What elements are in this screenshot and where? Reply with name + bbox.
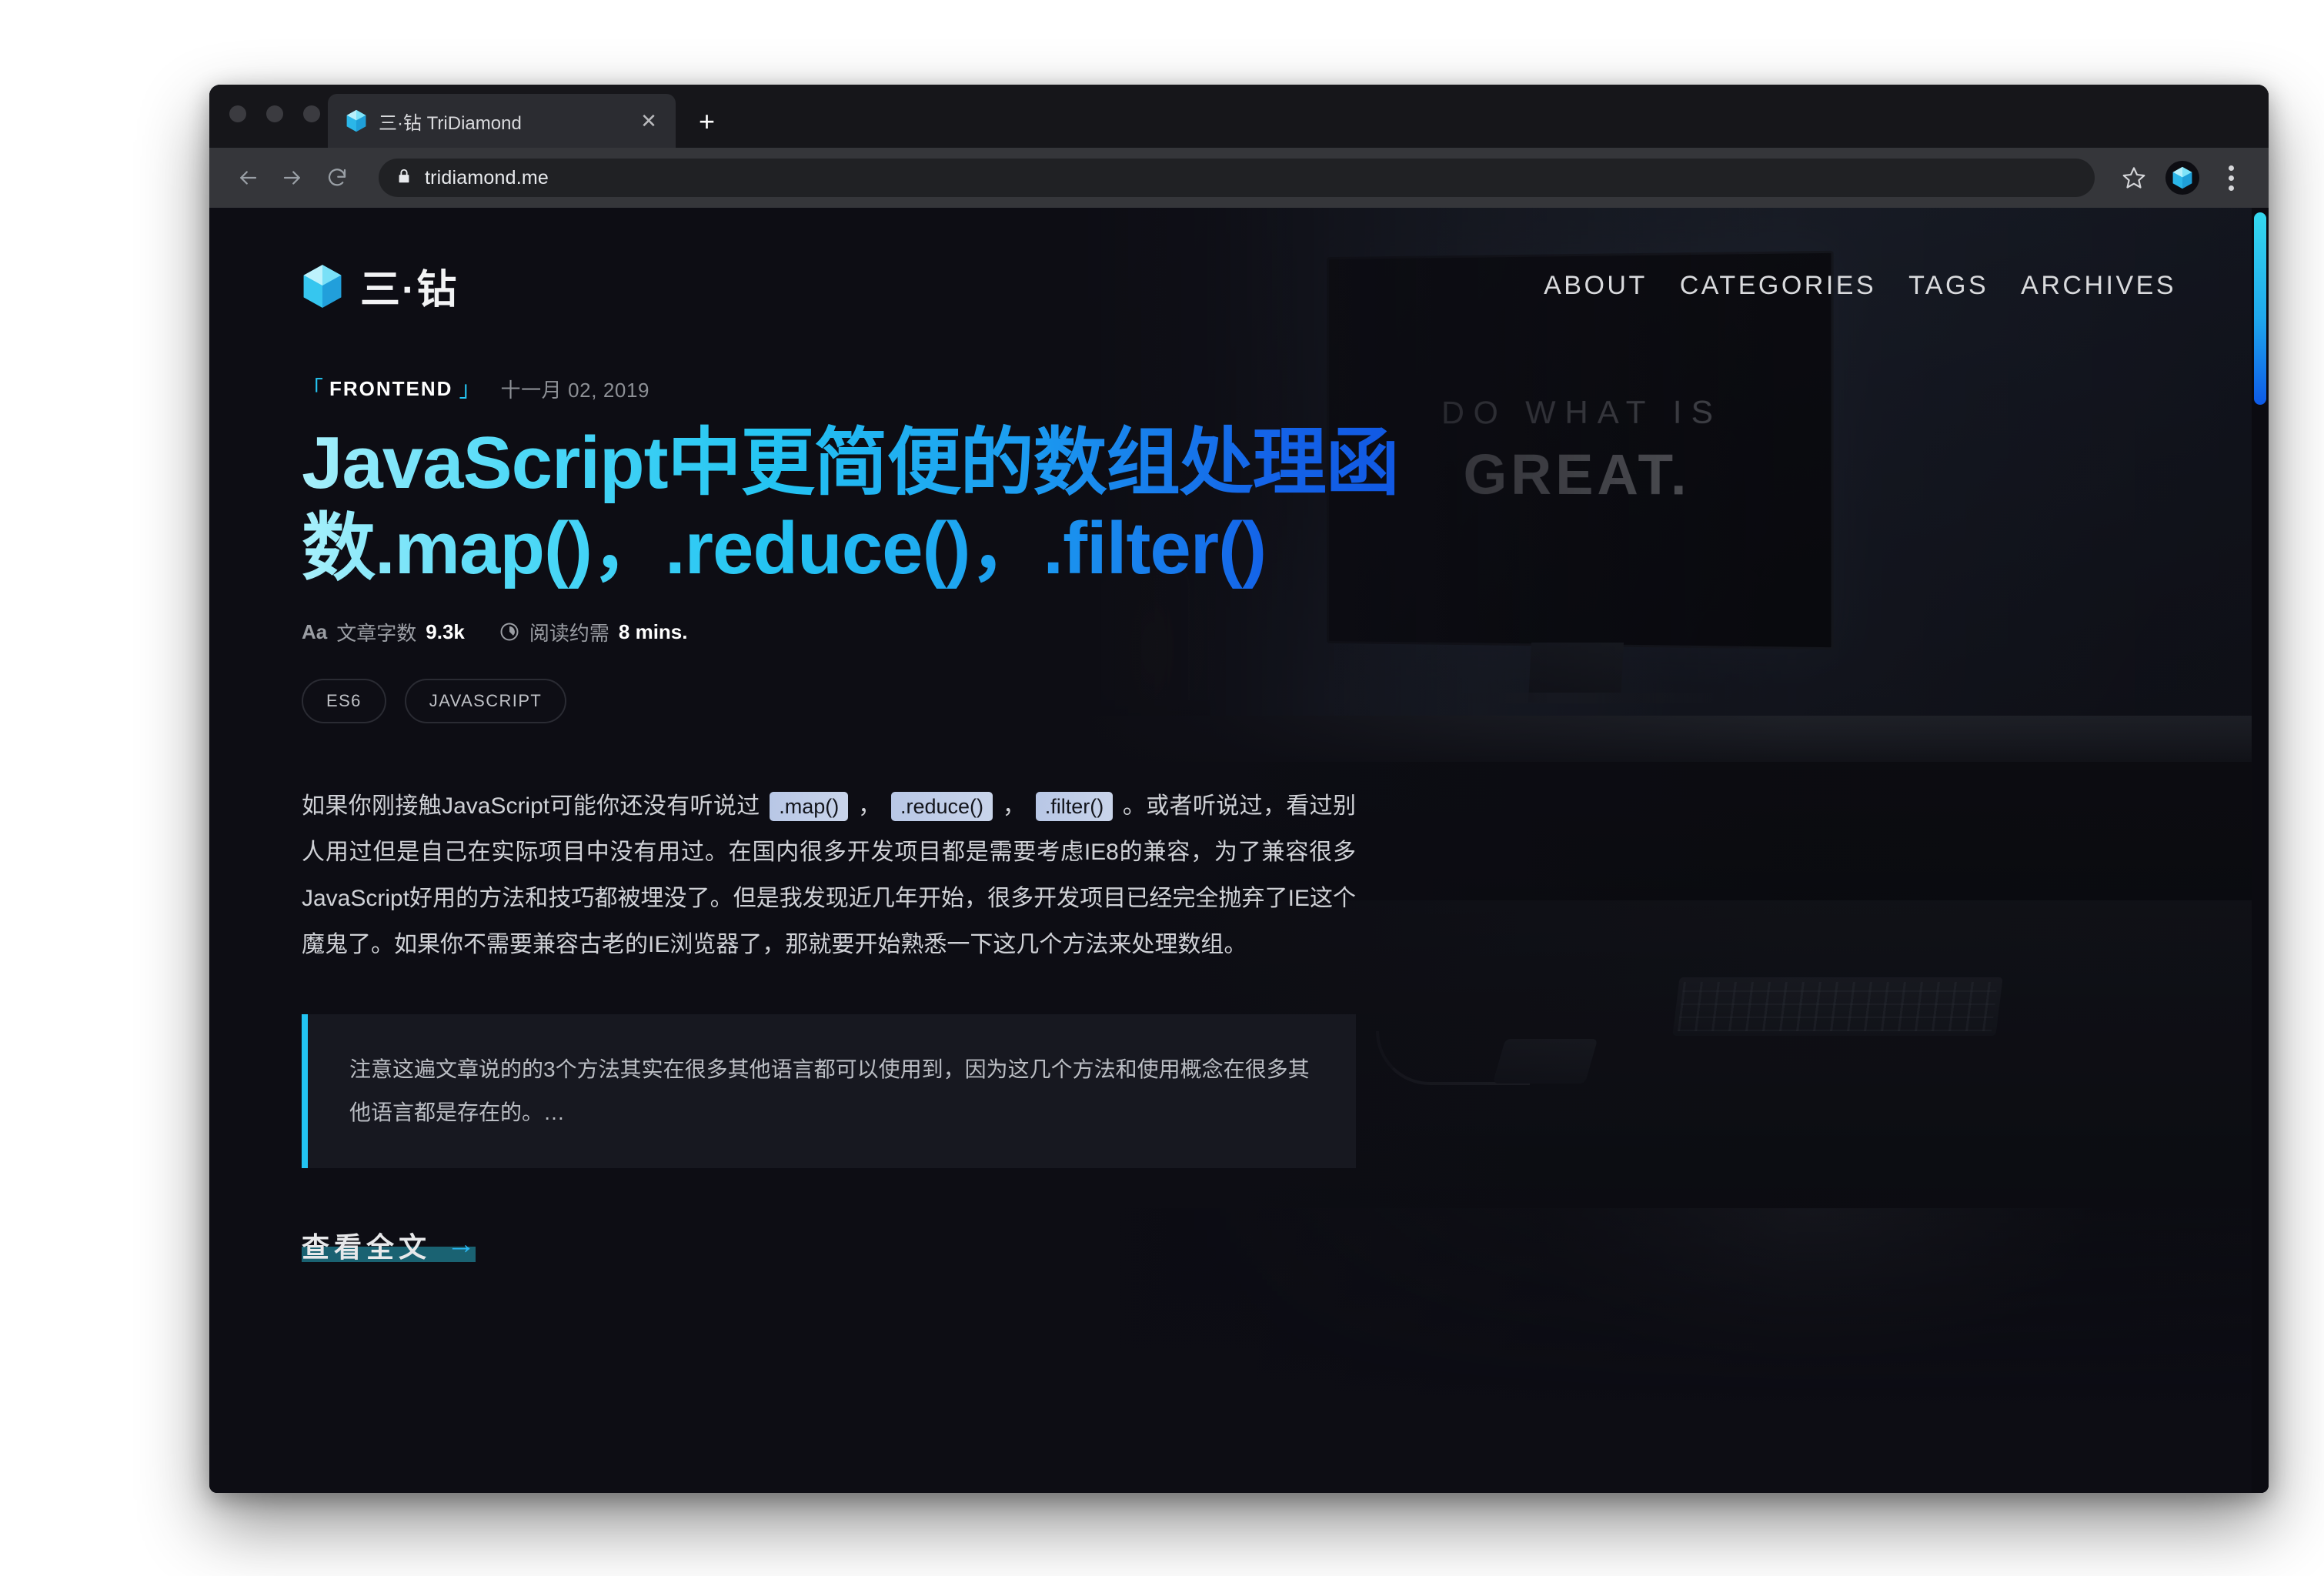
- bracket-open-icon: 「: [302, 376, 324, 401]
- window-traffic-lights: [229, 105, 320, 122]
- site-brand[interactable]: 三·钻: [302, 257, 458, 315]
- forward-button[interactable]: [274, 159, 311, 196]
- read-more-link[interactable]: 查看全文 →: [302, 1225, 476, 1268]
- nav-item-about[interactable]: ABOUT: [1544, 271, 1648, 301]
- post-tags: ES6 JAVASCRIPT: [302, 678, 1471, 723]
- arrow-right-icon: →: [446, 1228, 476, 1261]
- post-excerpt: 如果你刚接触JavaScript可能你还没有听说过 .map() ， .redu…: [302, 783, 1356, 968]
- readtime-value: 8 mins.: [618, 619, 688, 643]
- window-maximize-button[interactable]: [303, 105, 320, 122]
- inline-code-map: .map(): [770, 791, 849, 821]
- address-bar[interactable]: tridiamond.me: [379, 159, 2095, 197]
- post-note-text: 注意这遍文章说的的3个方法其实在很多其他语言都可以使用到，因为这几个方法和使用概…: [349, 1057, 1310, 1124]
- new-tab-button[interactable]: +: [699, 108, 715, 135]
- read-more-label: 查看全文: [302, 1230, 432, 1263]
- reload-button[interactable]: [319, 159, 356, 196]
- clock-icon: [499, 621, 520, 643]
- three-dots-menu-icon[interactable]: [2212, 159, 2250, 197]
- post-stats: Aa 文章字数 9.3k 阅读约需 8 mins.: [302, 618, 1471, 646]
- excerpt-part-3: ，: [996, 793, 1033, 819]
- bracket-close-icon: 」: [459, 376, 481, 401]
- page-scrollbar[interactable]: [2252, 208, 2269, 1493]
- tag-es6[interactable]: ES6: [302, 678, 386, 723]
- site-brand-name: 三·钻: [360, 268, 459, 312]
- site-content: 三·钻 ABOUT CATEGORIES TAGS ARCHIVES 「 FRO…: [209, 208, 2269, 1268]
- nav-item-archives[interactable]: ARCHIVES: [2021, 271, 2176, 301]
- window-close-button[interactable]: [229, 105, 246, 122]
- browser-tab[interactable]: 三·钻 TriDiamond ✕: [328, 94, 676, 148]
- post-category: FRONTEND: [329, 377, 453, 400]
- wordcount-label: 文章字数: [336, 621, 417, 645]
- wordcount-value: 9.3k: [426, 619, 465, 643]
- inline-code-reduce: .reduce(): [890, 791, 993, 821]
- inline-code-filter: .filter(): [1035, 791, 1114, 821]
- wordcount-aa-icon: Aa: [302, 619, 328, 643]
- nav-item-tags[interactable]: TAGS: [1908, 271, 1988, 301]
- lock-icon: [396, 168, 412, 189]
- page-scrollbar-thumb[interactable]: [2254, 212, 2266, 405]
- post-wordcount: Aa 文章字数 9.3k: [302, 618, 465, 646]
- tab-close-icon[interactable]: ✕: [636, 111, 662, 131]
- tab-title: 三·钻 TriDiamond: [379, 112, 522, 134]
- site-header: 三·钻 ABOUT CATEGORIES TAGS ARCHIVES: [209, 208, 2269, 315]
- post-date: 十一月 02, 2019: [500, 379, 650, 402]
- post-article: 「 FRONTEND 」 十一月 02, 2019 JavaScript中更简便…: [209, 375, 1564, 1268]
- profile-avatar[interactable]: [2165, 161, 2199, 195]
- excerpt-part-1: 如果你刚接触JavaScript可能你还没有听说过: [302, 793, 767, 819]
- window-minimize-button[interactable]: [266, 105, 283, 122]
- browser-toolbar: tridiamond.me: [209, 148, 2269, 208]
- diamond-logo-icon: [302, 263, 343, 309]
- excerpt-part-2: ，: [851, 793, 888, 819]
- site-nav: ABOUT CATEGORIES TAGS ARCHIVES: [1544, 271, 2176, 301]
- post-readtime: 阅读约需 8 mins.: [499, 618, 688, 646]
- post-note-blockquote: 注意这遍文章说的的3个方法其实在很多其他语言都可以使用到，因为这几个方法和使用概…: [302, 1013, 1356, 1168]
- tab-favicon-diamond-icon: [345, 109, 368, 132]
- post-meta-top: 「 FRONTEND 」 十一月 02, 2019: [302, 375, 1471, 403]
- post-category-wrap[interactable]: 「 FRONTEND 」: [302, 377, 480, 401]
- browser-tab-strip: 三·钻 TriDiamond ✕ +: [209, 85, 2269, 148]
- page-viewport: DO WHAT IS GREAT.: [209, 208, 2269, 1493]
- post-title[interactable]: JavaScript中更简便的数组处理函数.map()，.reduce()，.f…: [302, 420, 1471, 592]
- nav-item-categories[interactable]: CATEGORIES: [1680, 271, 1876, 301]
- back-button[interactable]: [229, 159, 266, 196]
- address-bar-url: tridiamond.me: [425, 166, 549, 189]
- browser-window: 三·钻 TriDiamond ✕ + tridiamond.me 三·钻 ABO…: [209, 85, 2269, 1493]
- readtime-label: 阅读约需: [529, 621, 609, 645]
- tag-javascript[interactable]: JAVASCRIPT: [404, 678, 567, 723]
- bookmark-star-icon[interactable]: [2115, 159, 2153, 197]
